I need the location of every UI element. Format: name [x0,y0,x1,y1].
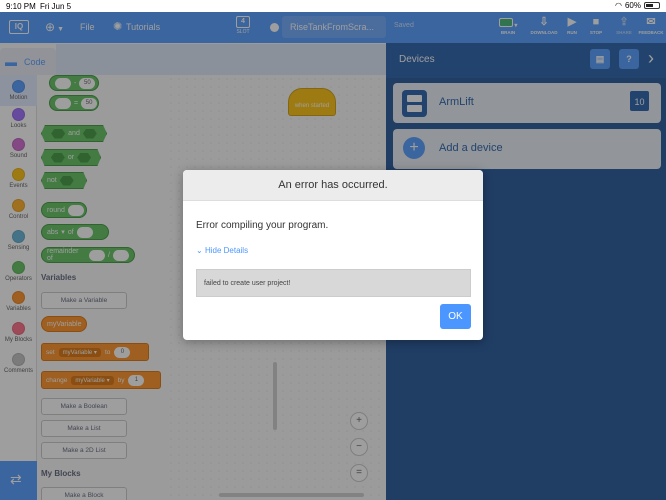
ios-status-bar: 9:10 PM Fri Jun 5 ◠ 60% [0,0,666,12]
hide-details-label: Hide Details [204,246,249,255]
wifi-icon: ◠ [615,1,622,10]
error-details-box: failed to create user project! [196,269,471,297]
hide-details-toggle[interactable]: ⌄ Hide Details [196,246,248,255]
battery-icon [644,2,660,9]
ok-button[interactable]: OK [440,304,471,329]
status-right: ◠ 60% [615,1,660,10]
battery-percent: 60% [624,1,641,10]
status-time: 9:10 PM [6,2,36,11]
error-message: Error compiling your program. [196,220,329,231]
battery-fill [646,4,654,7]
status-date: Fri Jun 5 [40,2,72,11]
chevron-down-icon: ⌄ [196,246,203,255]
error-dialog: An error has occurred. Error compiling y… [183,170,483,340]
dialog-title: An error has occurred. [183,170,483,201]
